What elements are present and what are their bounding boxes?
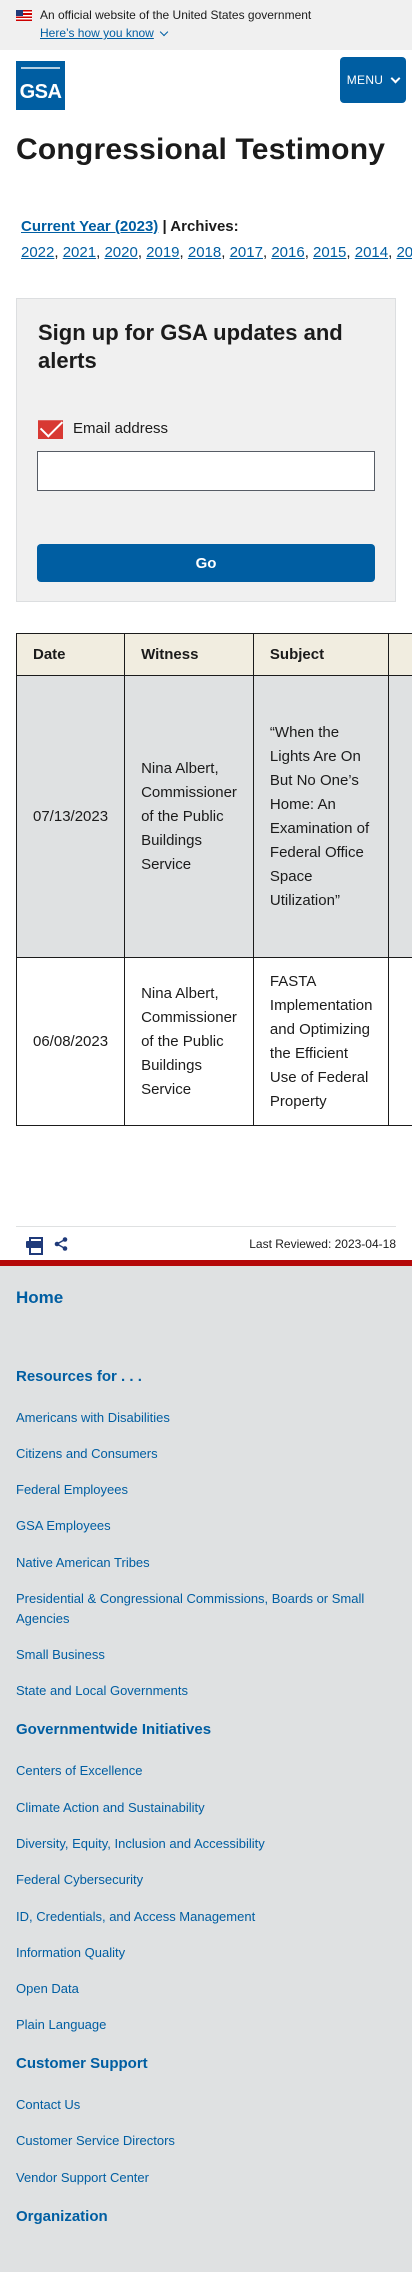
footer-link[interactable]: Presidential & Congressional Commissions… [16,1589,376,1629]
subject-cell: FASTA Implementation and Optimizing the … [252,957,390,1126]
footer-link[interactable]: Native American Tribes [16,1553,376,1573]
how-you-know-link[interactable]: Here’s how you know [40,26,169,40]
footer-link[interactable]: Federal Employees [16,1480,376,1500]
email-label: Email address [73,419,169,437]
email-field[interactable] [37,451,375,491]
footer-link[interactable]: Climate Action and Sustainability [16,1798,376,1818]
email-label-row: Email address [38,417,168,439]
logo-text: GSA [19,81,62,103]
official-website-text: An official website of the United States… [40,8,312,22]
footer-link[interactable]: Open Data [16,1979,376,1999]
footer-link[interactable]: Citizens and Consumers [16,1444,376,1464]
how-you-know-label: Here’s how you know [40,26,154,40]
archive-year-link[interactable]: 2016 [271,244,304,261]
footer-link[interactable]: Small Business [16,1645,376,1665]
archive-year-link[interactable]: 2020 [104,244,137,261]
footer-link[interactable]: Diversity, Equity, Inclusion and Accessi… [16,1834,376,1854]
footer-link[interactable]: Contact Us [16,2095,376,2115]
extra-cell [388,957,412,1126]
archive-year-link[interactable]: 2018 [188,244,221,261]
archive-year-link[interactable]: 2014 [355,244,388,261]
archive-year-link[interactable]: 2022 [21,244,54,261]
archives-line: Current Year (2023) | Archives: [21,218,239,235]
menu-button[interactable]: MENU [340,57,406,103]
chevron-down-icon [159,27,169,36]
column-header-witness: Witness [124,633,254,676]
mail-icon [38,420,63,439]
archive-year-link[interactable]: 2017 [230,244,263,261]
us-flag-icon [16,9,32,21]
gov-banner: An official website of the United States… [0,0,412,50]
date-cell: 07/13/2023 [15,675,126,958]
footer-section-initiatives: Governmentwide Initiatives [16,1721,212,1738]
footer-link[interactable]: GSA Employees [16,1516,376,1536]
witness-cell: Nina Albert, Commissioner of the Public … [124,957,254,1126]
chevron-down-icon [390,73,401,84]
table-header-row: Date Witness Subject [15,633,412,676]
footer-section-resources: Resources for . . . [16,1368,142,1385]
footer-link[interactable]: Customer Service Directors [16,2131,376,2151]
signup-title: Sign up for GSA updates and alerts [38,320,343,373]
menu-label: MENU [346,73,384,87]
archive-year-link[interactable]: 2019 [146,244,179,261]
subject-cell: “When the Lights Are On But No One’s Hom… [252,675,390,958]
archive-year-link[interactable]: 2013 [396,244,412,261]
table-row: 07/13/2023 Nina Albert, Commissioner of … [15,675,412,958]
footer-link[interactable]: Federal Cybersecurity [16,1870,376,1890]
signup-box: Sign up for GSA updates and alerts Email… [16,298,396,602]
table-row: 06/08/2023 Nina Albert, Commissioner of … [15,957,412,1126]
go-button[interactable]: Go [37,544,375,582]
footer-link[interactable]: State and Local Governments [16,1681,376,1701]
column-header-date: Date [15,633,126,676]
extra-cell [388,675,412,958]
page-tools: Last Reviewed: 2023-04-18 [16,1226,396,1260]
footer-link[interactable]: Vendor Support Center [16,2168,376,2188]
site-footer: Home Resources for . . . Americans with … [0,1260,412,2272]
share-icon[interactable] [54,1236,68,1251]
footer-section-support: Customer Support [16,2055,148,2072]
footer-link[interactable]: Plain Language [16,2015,376,2035]
footer-link[interactable]: Americans with Disabilities [16,1408,376,1428]
page-title: Congressional Testimony [16,133,386,166]
footer-link[interactable]: ID, Credentials, and Access Management [16,1907,376,1927]
footer-link[interactable]: Information Quality [16,1943,376,1963]
archives-label: | Archives: [162,218,239,235]
witness-cell: Nina Albert, Commissioner of the Public … [124,675,254,958]
gsa-logo[interactable]: GSA [16,61,65,110]
testimony-table: Date Witness Subject 07/13/2023 Nina Alb… [15,633,412,1126]
archive-year-link[interactable]: 2015 [313,244,346,261]
print-icon[interactable] [26,1236,43,1255]
column-header-extra [388,633,412,676]
footer-link[interactable]: Centers of Excellence [16,1761,376,1781]
site-header: GSA MENU [0,50,412,124]
archive-years: 2022, 2021, 2020, 2019, 2018, 2017, 2016… [21,244,412,261]
date-cell: 06/08/2023 [15,957,126,1126]
last-reviewed: Last Reviewed: 2023-04-18 [249,1236,396,1251]
footer-section-organization: Organization [16,2208,108,2225]
footer-home-link[interactable]: Home [16,1288,63,1308]
current-year-link[interactable]: Current Year (2023) [21,218,158,235]
archive-year-link[interactable]: 2021 [63,244,96,261]
column-header-subject: Subject [252,633,390,676]
